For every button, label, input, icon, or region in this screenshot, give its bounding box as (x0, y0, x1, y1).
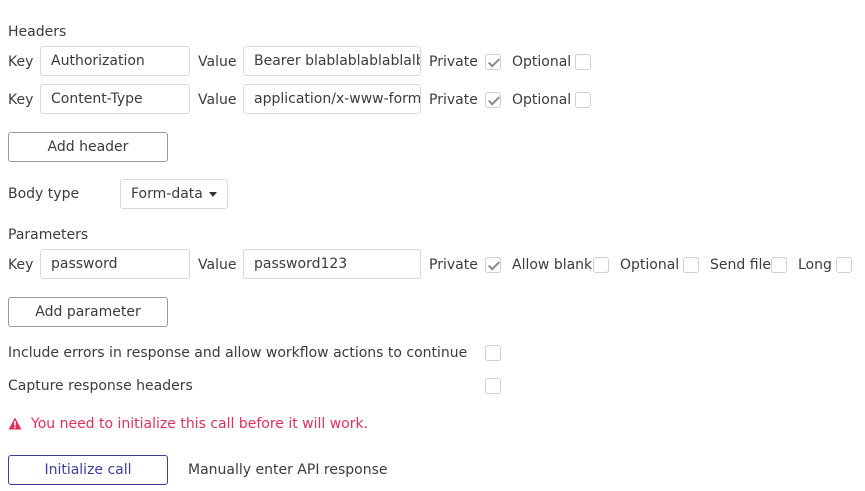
warning-icon (8, 417, 22, 430)
capture-headers-label: Capture response headers (8, 378, 193, 394)
param-optional-checkbox[interactable] (683, 257, 699, 273)
manual-response-link[interactable]: Manually enter API response (188, 460, 387, 480)
initialize-call-button[interactable]: Initialize call (8, 455, 168, 485)
header-optional-checkbox[interactable] (575, 92, 591, 108)
header-optional-checkbox[interactable] (575, 54, 591, 70)
header-private-checkbox[interactable] (485, 92, 501, 108)
include-errors-checkbox[interactable] (485, 345, 501, 361)
header-value-input[interactable]: application/x-www-form-urlencoded (243, 84, 421, 114)
body-type-selected: Form-data (131, 186, 203, 202)
header-private-label: Private (429, 92, 478, 108)
param-private-checkbox[interactable] (485, 257, 501, 273)
add-header-button[interactable]: Add header (8, 132, 168, 162)
param-private-label: Private (429, 257, 478, 273)
param-send-file-checkbox[interactable] (771, 257, 787, 273)
header-key-input[interactable]: Content-Type (40, 84, 190, 114)
header-value-label: Value (198, 92, 237, 108)
param-allow-blank-label: Allow blank (512, 257, 593, 273)
param-key-input[interactable]: password (40, 249, 190, 279)
param-allow-blank-checkbox[interactable] (593, 257, 609, 273)
header-key-label: Key (8, 92, 34, 108)
add-parameter-button[interactable]: Add parameter (8, 297, 168, 327)
header-private-label: Private (429, 54, 478, 70)
param-long-label: Long (798, 257, 832, 273)
header-optional-label: Optional (512, 54, 572, 70)
header-value-label: Value (198, 54, 237, 70)
headers-title: Headers (8, 24, 67, 40)
warning-text: You need to initialize this call before … (31, 416, 369, 432)
header-optional-label: Optional (512, 92, 572, 108)
header-private-checkbox[interactable] (485, 54, 501, 70)
parameters-title: Parameters (8, 227, 89, 243)
param-key-label: Key (8, 257, 34, 273)
header-key-label: Key (8, 54, 34, 70)
param-optional-label: Optional (620, 257, 680, 273)
header-key-input[interactable]: Authorization (40, 46, 190, 76)
body-type-label: Body type (8, 186, 80, 202)
capture-headers-checkbox[interactable] (485, 378, 501, 394)
include-errors-label: Include errors in response and allow wor… (8, 345, 468, 361)
body-type-dropdown[interactable]: Form-data (120, 179, 228, 209)
caret-down-icon (208, 191, 217, 197)
param-value-input[interactable]: password123 (243, 249, 421, 279)
param-send-file-label: Send file (710, 257, 772, 273)
param-long-checkbox[interactable] (836, 257, 852, 273)
param-value-label: Value (198, 257, 237, 273)
header-value-input[interactable]: Bearer blablablablablalbal (243, 46, 421, 76)
